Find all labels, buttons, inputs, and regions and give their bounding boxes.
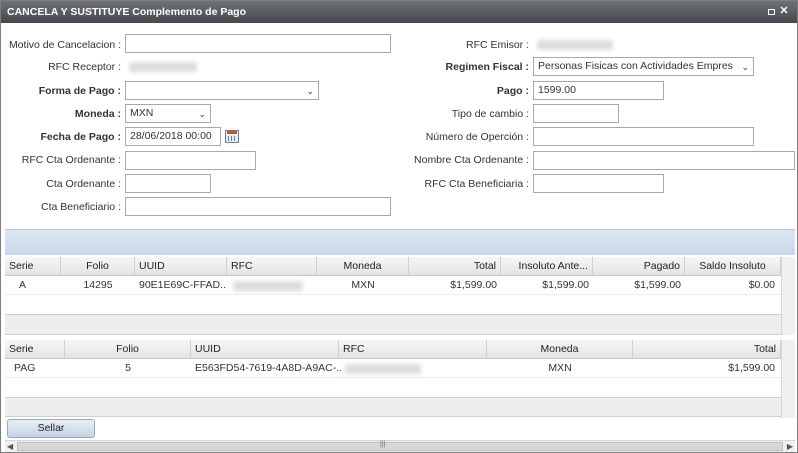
chevron-down-icon: ⌄ bbox=[198, 109, 206, 119]
nombre-cta-ordenante-label: Nombre Cta Ordenante : bbox=[414, 154, 529, 166]
cell-insoluto-anterior: $1,599.00 bbox=[542, 279, 589, 291]
cell-uuid: 90E1E69C-FFAD... bbox=[139, 279, 227, 291]
grid1-footer bbox=[5, 314, 781, 335]
rfc-receptor-label: RFC Receptor : bbox=[48, 61, 121, 73]
cell-rfc bbox=[233, 281, 303, 291]
cta-ordenante-label: Cta Ordenante : bbox=[46, 178, 121, 190]
dialog-window: CANCELA Y SUSTITUYE Complemento de Pago … bbox=[0, 0, 798, 453]
section-band bbox=[5, 229, 795, 255]
nombre-cta-ordenante-input[interactable] bbox=[533, 151, 795, 170]
col-insoluto-anterior[interactable]: Insoluto Ante... bbox=[501, 257, 593, 276]
cell-total: $1,599.00 bbox=[450, 279, 497, 291]
col-rfc[interactable]: RFC bbox=[339, 340, 487, 359]
col-folio[interactable]: Folio bbox=[65, 340, 191, 359]
tipo-cambio-label: Tipo de cambio : bbox=[451, 108, 529, 120]
col-serie[interactable]: Serie bbox=[5, 257, 61, 276]
table-row[interactable]: A 14295 90E1E69C-FFAD... MXN $1,599.00 $… bbox=[5, 276, 781, 295]
title-bar[interactable]: CANCELA Y SUSTITUYE Complemento de Pago … bbox=[1, 1, 797, 23]
restore-icon[interactable] bbox=[768, 9, 775, 15]
cell-pagado: $1,599.00 bbox=[634, 279, 681, 291]
horizontal-scrollbar[interactable]: ◀ ||| ▶ bbox=[5, 440, 795, 452]
col-serie[interactable]: Serie bbox=[5, 340, 65, 359]
motivo-label: Motivo de Cancelacion : bbox=[8, 39, 121, 51]
fecha-pago-label: Fecha de Pago : bbox=[40, 131, 121, 143]
motivo-input[interactable] bbox=[125, 34, 391, 53]
regimen-fiscal-select[interactable]: Personas Fisicas con Actividades Empres … bbox=[533, 57, 754, 76]
cell-moneda: MXN bbox=[548, 362, 572, 374]
pago-label: Pago : bbox=[496, 85, 529, 97]
cell-saldo-insoluto: $0.00 bbox=[748, 279, 775, 291]
col-pagado[interactable]: Pagado bbox=[593, 257, 685, 276]
col-moneda[interactable]: Moneda bbox=[317, 257, 409, 276]
chevron-down-icon: ⌄ bbox=[306, 86, 314, 96]
sellar-button[interactable]: Sellar bbox=[7, 419, 95, 438]
grid2-scrollbar[interactable] bbox=[781, 340, 795, 418]
grip-icon: ||| bbox=[380, 441, 386, 448]
grid-header: Serie Folio UUID RFC Moneda Total Insolu… bbox=[5, 257, 781, 276]
col-folio[interactable]: Folio bbox=[61, 257, 135, 276]
moneda-value: MXN bbox=[130, 107, 154, 119]
rfc-cta-beneficiaria-label: RFC Cta Beneficiaria : bbox=[424, 178, 529, 190]
col-total[interactable]: Total bbox=[409, 257, 501, 276]
cell-total: $1,599.00 bbox=[728, 362, 775, 374]
numero-operacion-label: Número de Operción : bbox=[425, 131, 529, 143]
tipo-cambio-input[interactable] bbox=[533, 104, 619, 123]
cell-folio: 5 bbox=[125, 362, 131, 374]
numero-operacion-input[interactable] bbox=[533, 127, 754, 146]
col-rfc[interactable]: RFC bbox=[227, 257, 317, 276]
rfc-cta-beneficiaria-input[interactable] bbox=[533, 174, 664, 193]
grid-pagos: Serie Folio UUID RFC Moneda Total PAG 5 … bbox=[5, 340, 781, 380]
grid2-footer bbox=[5, 397, 781, 417]
col-uuid[interactable]: UUID bbox=[191, 340, 339, 359]
rfc-cta-ordenante-input[interactable] bbox=[125, 151, 256, 170]
cell-uuid: E563FD54-7619-4A8D-A9AC-... bbox=[195, 362, 341, 374]
scroll-right-icon[interactable]: ▶ bbox=[787, 442, 793, 451]
cta-ordenante-input[interactable] bbox=[125, 174, 211, 193]
calendar-icon[interactable] bbox=[225, 130, 239, 143]
cta-beneficiario-input[interactable] bbox=[125, 197, 391, 216]
table-row[interactable]: PAG 5 E563FD54-7619-4A8D-A9AC-... MXN $1… bbox=[5, 359, 781, 378]
forma-pago-label: Forma de Pago : bbox=[38, 85, 121, 97]
cell-folio: 14295 bbox=[83, 279, 113, 291]
scroll-left-icon[interactable]: ◀ bbox=[7, 442, 13, 451]
rfc-emisor-label: RFC Emisor : bbox=[466, 39, 529, 51]
regimen-fiscal-label: Regimen Fiscal : bbox=[445, 61, 529, 73]
grid1-scrollbar[interactable] bbox=[781, 257, 795, 335]
col-saldo-insoluto[interactable]: Saldo Insoluto bbox=[685, 257, 781, 276]
cta-beneficiario-label: Cta Beneficiario : bbox=[41, 201, 121, 213]
fecha-pago-input[interactable]: 28/06/2018 00:00 bbox=[125, 127, 221, 146]
grid-header: Serie Folio UUID RFC Moneda Total bbox=[5, 340, 781, 359]
col-moneda[interactable]: Moneda bbox=[487, 340, 633, 359]
cell-serie: A bbox=[19, 279, 27, 291]
rfc-emisor-value bbox=[537, 40, 613, 50]
moneda-label: Moneda : bbox=[74, 108, 121, 120]
col-total[interactable]: Total bbox=[633, 340, 781, 359]
rfc-receptor-value bbox=[129, 62, 197, 72]
rfc-cta-ordenante-label: RFC Cta Ordenante : bbox=[21, 154, 121, 166]
chevron-down-icon: ⌄ bbox=[741, 62, 749, 72]
forma-pago-select[interactable]: ⌄ bbox=[125, 81, 319, 100]
close-icon[interactable]: ✕ bbox=[777, 5, 791, 18]
scroll-thumb[interactable] bbox=[17, 442, 783, 451]
cell-serie: PAG bbox=[14, 362, 36, 374]
cell-rfc bbox=[345, 364, 421, 374]
grid-documentos: Serie Folio UUID RFC Moneda Total Insolu… bbox=[5, 257, 781, 297]
cell-moneda: MXN bbox=[351, 279, 375, 291]
pago-input[interactable]: 1599.00 bbox=[533, 81, 664, 100]
col-uuid[interactable]: UUID bbox=[135, 257, 227, 276]
regimen-fiscal-value: Personas Fisicas con Actividades Empres bbox=[538, 60, 733, 72]
window-title: CANCELA Y SUSTITUYE Complemento de Pago bbox=[7, 6, 247, 18]
moneda-select[interactable]: MXN ⌄ bbox=[125, 104, 211, 123]
